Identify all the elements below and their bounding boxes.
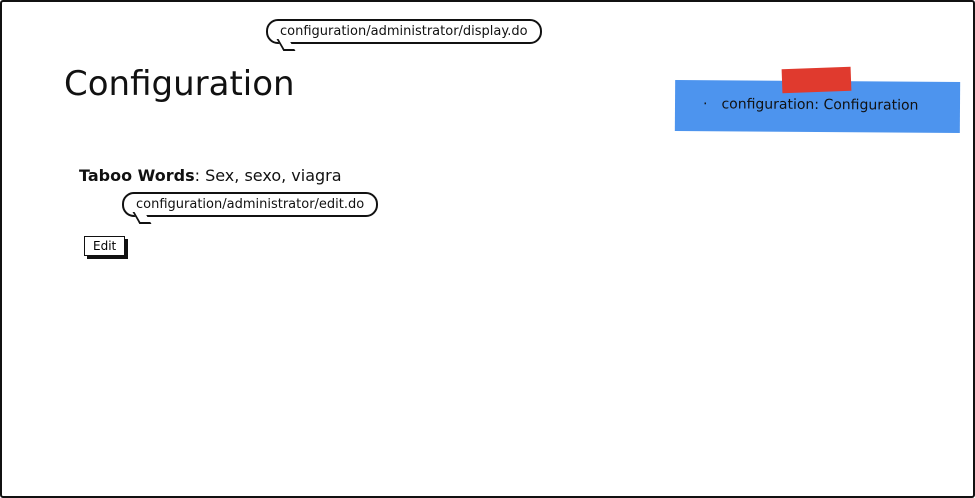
taboo-words-label: Taboo Words	[79, 166, 195, 185]
page-title: Configuration	[64, 64, 295, 104]
taboo-words-value: Sex, sexo, viagra	[205, 166, 342, 185]
edit-url-callout: configuration/administrator/edit.do	[122, 192, 379, 224]
edit-url-text: configuration/administrator/edit.do	[136, 197, 365, 212]
separator: :	[194, 166, 206, 185]
display-url-text: configuration/administrator/display.do	[280, 24, 528, 39]
tape-decoration	[781, 66, 852, 94]
sticky-note-item: configuration: Configuration	[703, 96, 918, 113]
display-url-callout: configuration/administrator/display.do	[266, 19, 542, 51]
edit-button[interactable]: Edit	[84, 236, 126, 256]
wireframe-window: configuration/administrator/display.do C…	[0, 0, 975, 498]
taboo-words-field: Taboo Words: Sex, sexo, viagra	[79, 166, 342, 185]
